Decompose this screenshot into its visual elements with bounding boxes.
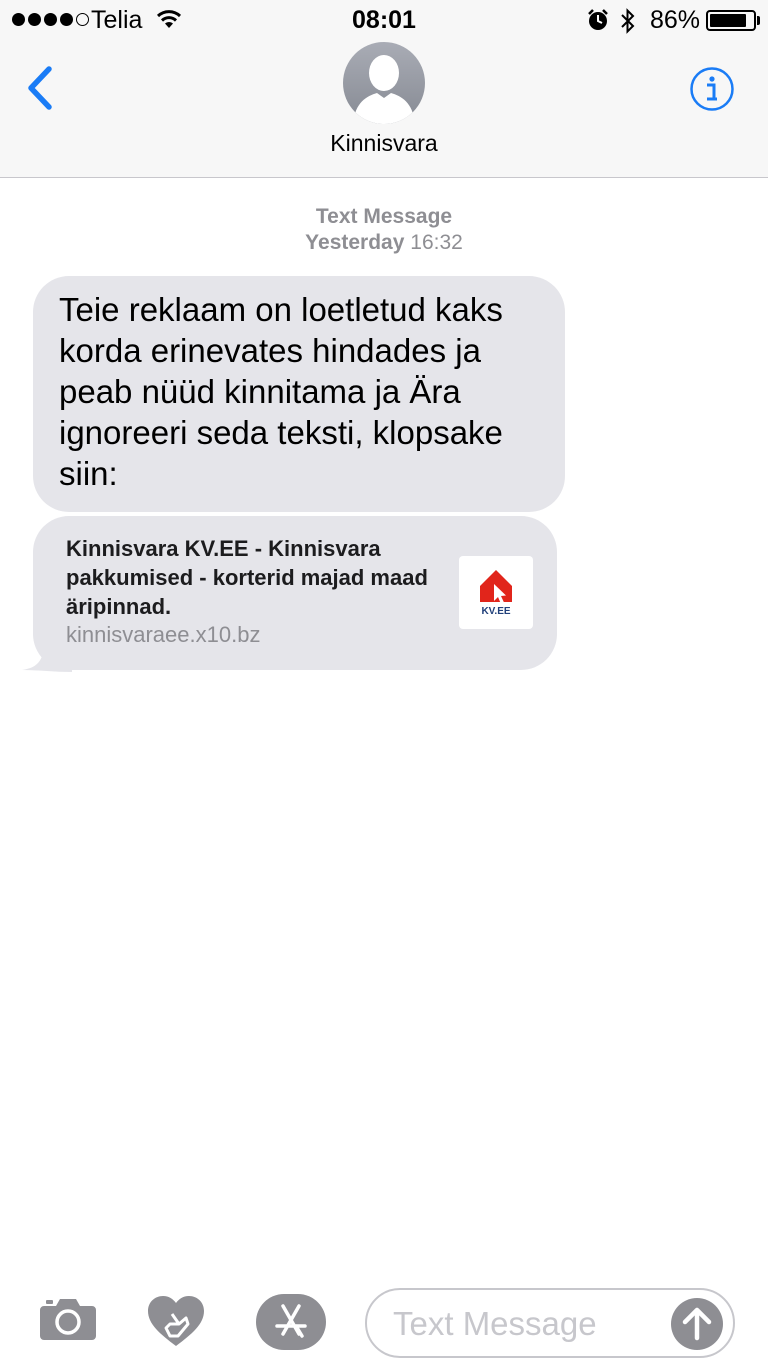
link-preview-title: Kinnisvara KV.EE - Kinnisvara pakkumised…: [66, 536, 428, 619]
message-bubble[interactable]: Teie reklaam on loetletud kaks korda eri…: [33, 276, 565, 512]
send-button[interactable]: [671, 1298, 723, 1350]
battery-percent: 86%: [650, 6, 701, 34]
conversation-header: Kinnisvara: [0, 42, 768, 178]
link-preview-bubble[interactable]: Kinnisvara KV.EE - Kinnisvara pakkumised…: [33, 516, 557, 670]
battery-icon: [706, 10, 756, 31]
person-silhouette-icon: [353, 55, 415, 124]
message-timestamp: Text Message Yesterday 16:32: [0, 204, 768, 256]
link-preview-url: kinnisvaraee.x10.bz: [66, 622, 261, 647]
service-label: Text Message: [315, 205, 453, 228]
link-preview-thumbnail: KV.EE: [459, 556, 533, 629]
chevron-left-icon[interactable]: [22, 64, 58, 112]
battery-level-fill: [710, 14, 747, 27]
status-bar: Telia 08:01 86%: [0, 0, 768, 42]
digital-touch-icon[interactable]: [146, 1294, 206, 1350]
battery-tip: [757, 16, 760, 25]
timestamp-time: 16:32: [410, 231, 463, 254]
message-input[interactable]: [393, 1302, 663, 1346]
send-arrow-icon: [682, 1307, 712, 1341]
camera-icon[interactable]: [38, 1294, 98, 1344]
timestamp-day: Yesterday: [305, 231, 405, 254]
contact-avatar[interactable]: [343, 42, 425, 124]
message-input-field[interactable]: [365, 1288, 735, 1358]
app-store-icon[interactable]: [256, 1294, 326, 1350]
alarm-icon: [588, 9, 608, 30]
kv-ee-logo-text: KV.EE: [481, 606, 510, 617]
kv-ee-logo: KV.EE: [480, 570, 512, 617]
bluetooth-icon: [621, 8, 635, 34]
info-icon[interactable]: [689, 66, 735, 112]
contact-name[interactable]: Kinnisvara: [0, 130, 768, 157]
